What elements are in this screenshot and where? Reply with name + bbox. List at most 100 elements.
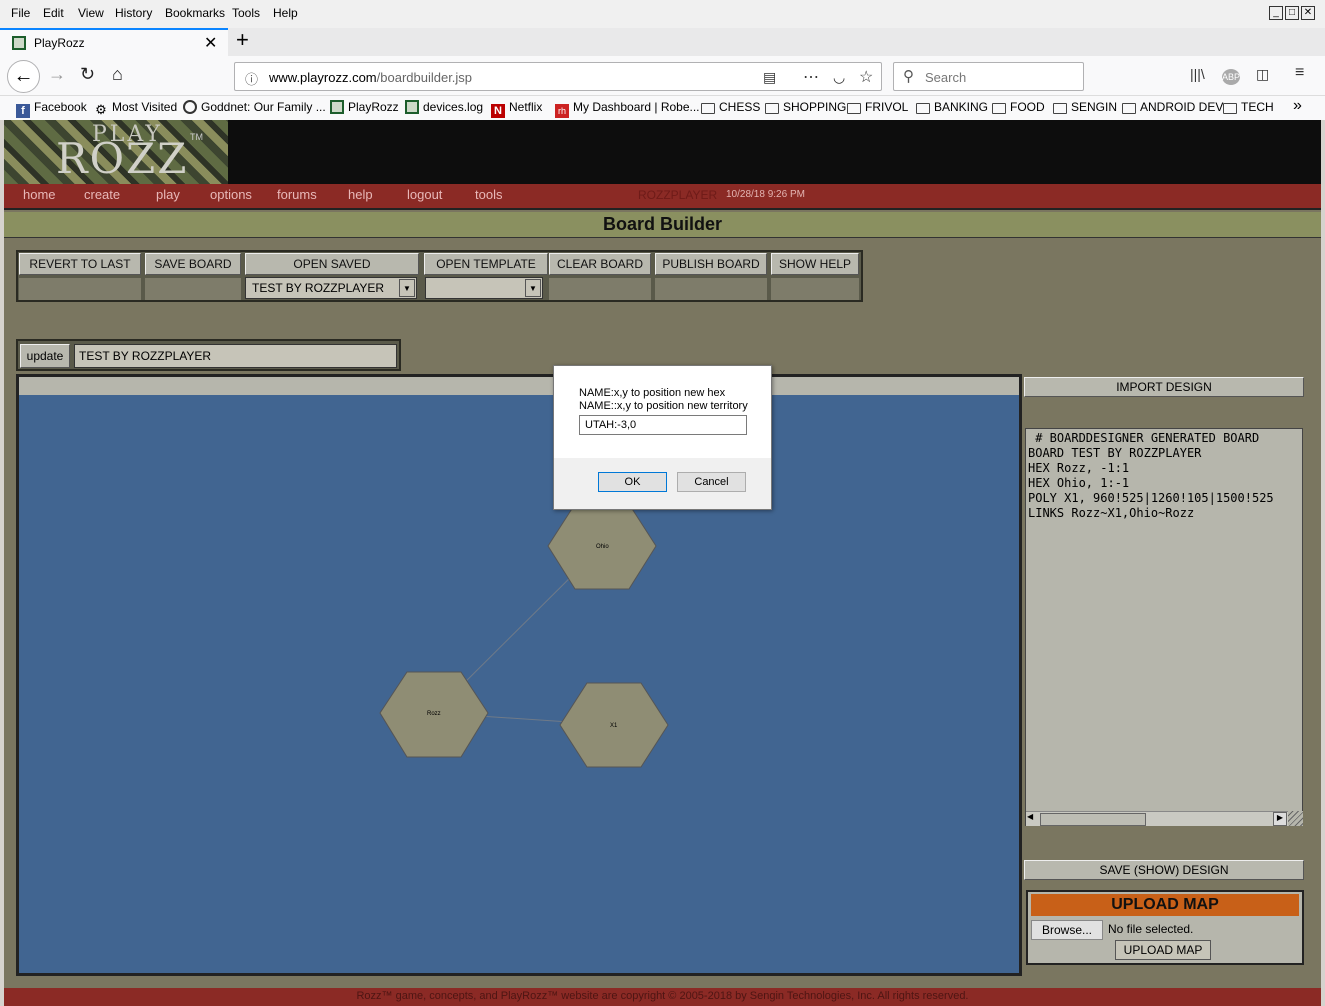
bookmark-tech[interactable]: TECH: [1223, 100, 1274, 114]
tab-strip: PlayRozz ✕ +: [0, 28, 1325, 56]
info-icon[interactable]: ⓘ: [245, 69, 258, 88]
page-actions-icon[interactable]: ⋯: [803, 67, 819, 87]
adblock-icon[interactable]: ABP: [1222, 69, 1240, 85]
sidebar-icon[interactable]: ◫: [1256, 66, 1269, 83]
bookmark-star-icon[interactable]: ☆: [859, 67, 873, 87]
ok-button[interactable]: OK: [598, 472, 667, 492]
menu-history[interactable]: History: [115, 6, 152, 20]
open-saved-button[interactable]: OPEN SAVED: [245, 253, 419, 275]
show-help-button[interactable]: SHOW HELP: [771, 253, 859, 275]
horizontal-scrollbar[interactable]: ◀ ▶: [1026, 811, 1288, 826]
folder-icon: [1223, 103, 1237, 114]
bookmark-most-visited[interactable]: ⚙ Most Visited: [94, 100, 177, 117]
minimize-icon[interactable]: _: [1269, 6, 1283, 20]
forward-arrow-icon[interactable]: →: [48, 64, 66, 84]
prompt-dialog: NAME:x,y to position new hex NAME::x,y t…: [553, 365, 772, 510]
bookmark-banking[interactable]: BANKING: [916, 100, 988, 114]
upload-map-button[interactable]: UPLOAD MAP: [1115, 940, 1211, 960]
menu-view[interactable]: View: [78, 6, 104, 20]
navigation-bar: ← → ↻ ⌂ ⓘ www.playrozz.com/boardbuilder.…: [0, 56, 1325, 96]
bookmark-chess[interactable]: CHESS: [701, 100, 760, 114]
bookmark-netflix[interactable]: N Netflix: [491, 100, 542, 118]
nav-home[interactable]: home: [23, 187, 56, 202]
chevron-down-icon[interactable]: ▼: [525, 279, 541, 297]
nav-tools[interactable]: tools: [475, 187, 502, 202]
open-template-button[interactable]: OPEN TEMPLATE: [424, 253, 548, 275]
bookmark-facebook[interactable]: f Facebook: [16, 100, 87, 118]
dialog-input[interactable]: UTAH:-3,0: [579, 415, 747, 435]
resize-grip-icon[interactable]: [1288, 811, 1303, 826]
title-bar: Board Builder: [4, 212, 1321, 238]
bookmark-dashboard[interactable]: rh My Dashboard | Robe...: [555, 100, 700, 118]
folder-icon: [765, 103, 779, 114]
menu-bookmarks[interactable]: Bookmarks: [165, 6, 225, 20]
tab-playrozz[interactable]: PlayRozz ✕: [0, 28, 228, 56]
close-tab-icon[interactable]: ✕: [204, 33, 217, 53]
bookmark-sengin[interactable]: SENGIN: [1053, 100, 1117, 114]
search-input[interactable]: ⚲ Search: [893, 62, 1084, 91]
nav-play[interactable]: play: [156, 187, 180, 202]
board-toolbar: REVERT TO LAST SAVE BOARD OPEN SAVED OPE…: [16, 250, 863, 302]
menu-edit[interactable]: Edit: [43, 6, 64, 20]
scroll-right-icon[interactable]: ▶: [1273, 812, 1287, 826]
back-arrow-icon[interactable]: ←: [7, 60, 40, 93]
menu-help[interactable]: Help: [273, 6, 298, 20]
datetime: 10/28/18 9:26 PM: [726, 189, 805, 200]
update-button[interactable]: update: [20, 344, 70, 368]
reload-icon[interactable]: ↻: [80, 64, 95, 84]
logo-line2: ROZZ: [56, 134, 189, 183]
close-window-icon[interactable]: ✕: [1301, 6, 1315, 20]
clear-board-button[interactable]: CLEAR BOARD: [549, 253, 651, 275]
scroll-thumb[interactable]: [1040, 813, 1146, 826]
board-name-input[interactable]: TEST BY ROZZPLAYER: [74, 344, 397, 368]
search-icon: ⚲: [903, 68, 914, 85]
library-icon[interactable]: |||\: [1190, 66, 1205, 82]
gear-icon: ⚙: [95, 102, 107, 117]
nav-logout[interactable]: logout: [407, 187, 442, 202]
new-tab-icon[interactable]: +: [236, 29, 249, 51]
site-banner: PLAY ROZZ TM: [4, 120, 1321, 184]
nav-help[interactable]: help: [348, 187, 373, 202]
bookmark-goddnet[interactable]: Goddnet: Our Family ...: [183, 100, 326, 114]
bookmark-devices-log[interactable]: devices.log: [405, 100, 483, 114]
cancel-button[interactable]: Cancel: [677, 472, 746, 492]
copyright-text: Rozz™ game, concepts, and PlayRozz™ webs…: [356, 990, 969, 1002]
bookmark-shopping[interactable]: SHOPPING: [765, 100, 846, 114]
nav-forums[interactable]: forums: [277, 187, 317, 202]
menu-tools[interactable]: Tools: [232, 6, 260, 20]
saved-boards-value: TEST BY ROZZPLAYER: [252, 281, 385, 295]
save-board-button[interactable]: SAVE BOARD: [145, 253, 241, 275]
scroll-left-icon[interactable]: ◀: [1027, 812, 1033, 821]
save-show-design-button[interactable]: SAVE (SHOW) DESIGN: [1024, 860, 1304, 880]
hamburger-menu-icon[interactable]: ≡: [1295, 64, 1304, 82]
menu-file[interactable]: File: [11, 6, 30, 20]
toolbar-cell: [771, 278, 859, 300]
bookmark-food[interactable]: FOOD: [992, 100, 1045, 114]
maximize-icon[interactable]: □: [1285, 6, 1299, 20]
board-canvas[interactable]: Ohio Rozz X1: [19, 395, 1019, 973]
design-textarea[interactable]: # BOARDDESIGNER GENERATED BOARD BOARD TE…: [1025, 428, 1303, 826]
pocket-icon[interactable]: ◡: [833, 69, 845, 86]
home-icon[interactable]: ⌂: [112, 64, 123, 84]
menu-bar: File Edit View History Bookmarks Tools H…: [0, 0, 1325, 28]
publish-board-button[interactable]: PUBLISH BOARD: [655, 253, 767, 275]
revert-button[interactable]: REVERT TO LAST: [19, 253, 141, 275]
browse-button[interactable]: Browse...: [1031, 920, 1103, 940]
template-select[interactable]: ▼: [425, 277, 543, 299]
upload-map-title: UPLOAD MAP: [1031, 894, 1299, 916]
bookmark-playrozz[interactable]: PlayRozz: [330, 100, 399, 114]
nav-options[interactable]: options: [210, 187, 252, 202]
playrozz-logo[interactable]: PLAY ROZZ TM: [4, 120, 228, 184]
reader-view-icon[interactable]: ▤: [763, 69, 776, 86]
more-bookmarks-icon[interactable]: »: [1293, 97, 1302, 115]
nav-create[interactable]: create: [84, 187, 120, 202]
url-bar[interactable]: ⓘ www.playrozz.com/boardbuilder.jsp ▤ ⋯ …: [234, 62, 882, 91]
import-design-button[interactable]: IMPORT DESIGN: [1024, 377, 1304, 397]
toolbar-cell: [19, 278, 141, 300]
bookmark-frivol[interactable]: FRIVOL: [847, 100, 908, 114]
bookmark-android-dev[interactable]: ANDROID DEV: [1122, 100, 1223, 114]
footer: Rozz™ game, concepts, and PlayRozz™ webs…: [4, 988, 1321, 1006]
chevron-down-icon[interactable]: ▼: [399, 279, 415, 297]
bookmarks-bar: f Facebook ⚙ Most Visited Goddnet: Our Fam…: [0, 96, 1325, 120]
saved-boards-select[interactable]: TEST BY ROZZPLAYER ▼: [245, 277, 417, 299]
